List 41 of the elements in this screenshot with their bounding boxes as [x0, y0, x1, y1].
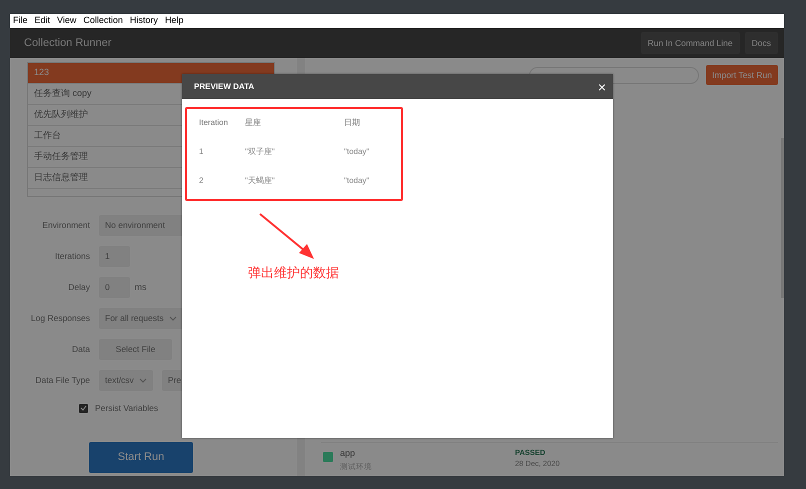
field-label: Data File Type [34, 374, 90, 387]
unit-label: ms [134, 280, 146, 294]
table-cell-text: "today" [344, 146, 370, 158]
column-header: 星座 [245, 117, 262, 129]
checkbox-label: Persist Variables [95, 402, 158, 414]
caret-icon [138, 378, 147, 384]
scrollbar[interactable] [781, 138, 784, 298]
import-button[interactable]: Import Test Run [706, 64, 778, 86]
delay-field[interactable]: 0 [99, 277, 130, 298]
field-label: Data [71, 343, 90, 356]
menu-item[interactable]: History [130, 14, 158, 28]
close-button[interactable]: × [598, 80, 606, 94]
menu-item[interactable]: View [57, 14, 76, 28]
start-run-button[interactable]: Start Run [89, 442, 193, 473]
select-file-button[interactable]: Select File [99, 339, 172, 360]
table-cell-text: "双子座" [245, 146, 276, 158]
field-label: Iterations [54, 250, 90, 263]
window-title: Collection Runner [24, 36, 112, 51]
field-label: Log Responses [30, 312, 90, 325]
table-cell-text: "天蝎座" [245, 175, 276, 187]
annotation-text: 弹出维护的数据 [248, 264, 339, 282]
menu-item[interactable]: Help [164, 14, 184, 28]
run-name[interactable]: app [340, 447, 515, 460]
column-header: Iteration [199, 117, 229, 129]
log-dropdown[interactable]: For all requests [99, 308, 183, 329]
docs-button[interactable]: Docs [744, 32, 778, 54]
annotation-arrow [259, 213, 315, 260]
menu-item[interactable]: File [13, 14, 28, 28]
command-line-button[interactable]: Run In Command Line [640, 32, 740, 54]
column-header: 日期 [344, 117, 361, 129]
table-cell-text: "today" [344, 175, 370, 187]
iterations-field[interactable]: 1 [99, 246, 130, 267]
menu-item[interactable]: Edit [34, 14, 50, 28]
caret-icon [168, 316, 177, 322]
file-type-dropdown[interactable]: text/csv [99, 370, 153, 391]
table-cell-text: 2 [199, 175, 204, 187]
persist-checkbox[interactable] [79, 404, 88, 412]
table-cell-text: 1 [199, 146, 204, 158]
field-label: Environment [41, 219, 90, 232]
field-label: Delay [67, 281, 90, 294]
menu-item[interactable]: Collection [83, 14, 123, 28]
